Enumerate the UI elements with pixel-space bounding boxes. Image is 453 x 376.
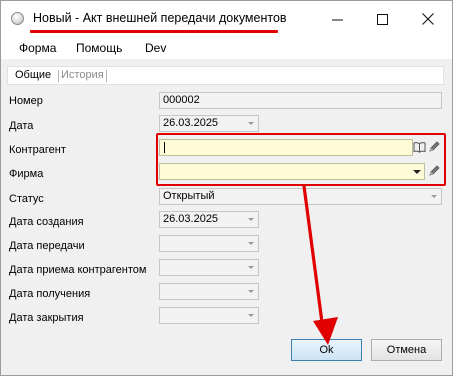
ok-button[interactable]: Ok <box>291 339 362 361</box>
accept-date-label: Дата приема контрагентом <box>9 264 147 276</box>
created-date-field[interactable]: 26.03.2025 <box>159 211 259 228</box>
number-field[interactable]: 000002 <box>159 92 442 109</box>
closed-date-field[interactable] <box>159 307 259 324</box>
chevron-down-icon[interactable] <box>244 284 258 299</box>
date-field[interactable]: 26.03.2025 <box>159 115 259 132</box>
menu-bar: Форма Помощь Dev <box>1 37 452 59</box>
chevron-down-icon[interactable] <box>244 236 258 251</box>
status-select[interactable]: Открытый <box>159 188 442 205</box>
app-icon <box>11 12 24 25</box>
accept-date-field[interactable] <box>159 259 259 276</box>
firm-label: Фирма <box>9 168 44 180</box>
chevron-down-icon[interactable] <box>244 212 258 227</box>
highlight-box <box>156 133 446 186</box>
date-value: 26.03.2025 <box>163 117 219 129</box>
chevron-down-icon[interactable] <box>244 308 258 323</box>
chevron-down-icon[interactable] <box>244 260 258 275</box>
chevron-down-icon[interactable] <box>427 189 441 204</box>
title-bar: Новый - Акт внешней передачи документов <box>1 1 452 37</box>
closed-date-label: Дата закрытия <box>9 312 84 324</box>
menu-dev[interactable]: Dev <box>145 41 166 55</box>
chevron-down-icon[interactable] <box>244 116 258 131</box>
minimize-icon <box>331 19 343 20</box>
dialog-window: Новый - Акт внешней передачи документов … <box>0 0 453 376</box>
number-label: Номер <box>9 95 43 107</box>
received-date-label: Дата получения <box>9 288 91 300</box>
tab-divider <box>58 70 59 82</box>
date-label: Дата <box>9 120 34 132</box>
window-title: Новый - Акт внешней передачи документов <box>33 11 287 25</box>
created-date-label: Дата создания <box>9 216 84 228</box>
created-date-value: 26.03.2025 <box>163 213 219 225</box>
tab-history[interactable]: История <box>61 69 104 81</box>
transfer-date-field[interactable] <box>159 235 259 252</box>
cancel-button[interactable]: Отмена <box>371 339 442 361</box>
status-label: Статус <box>9 193 44 205</box>
title-highlight-underline <box>30 30 278 33</box>
close-icon <box>422 13 434 25</box>
minimize-button[interactable] <box>314 1 360 37</box>
tab-general[interactable]: Общие <box>15 69 51 81</box>
transfer-date-label: Дата передачи <box>9 240 85 252</box>
close-button[interactable] <box>405 1 451 37</box>
menu-help[interactable]: Помощь <box>76 41 122 55</box>
counterparty-label: Контрагент <box>9 144 66 156</box>
menu-form[interactable]: Форма <box>19 41 56 55</box>
maximize-button[interactable] <box>359 1 405 37</box>
tab-strip: Общие История <box>7 66 444 85</box>
status-value: Открытый <box>163 190 215 202</box>
maximize-icon <box>376 13 388 25</box>
received-date-field[interactable] <box>159 283 259 300</box>
tab-divider <box>106 70 107 82</box>
